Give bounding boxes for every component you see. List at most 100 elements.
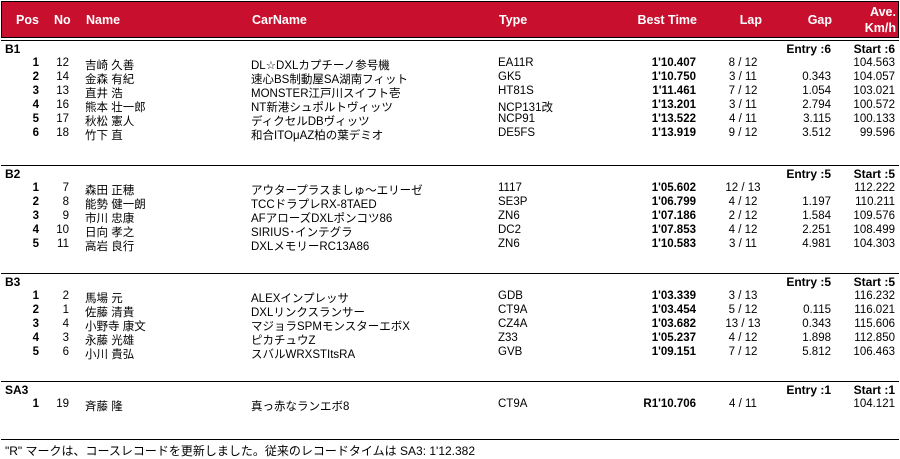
class-label: B2 bbox=[5, 167, 21, 181]
cell-speed: 100.133 bbox=[853, 113, 895, 125]
cell-pos: 6 bbox=[32, 127, 39, 139]
cell-gap: 1.584 bbox=[802, 210, 831, 222]
cell-best-time: 1'07.186 bbox=[651, 210, 696, 222]
cell-gap: 1.054 bbox=[802, 85, 831, 97]
cell-best-time: 1'11.461 bbox=[652, 85, 696, 97]
header-best-time: Best Time bbox=[637, 13, 697, 27]
cell-type: CT9A bbox=[498, 304, 528, 316]
cell-no: 3 bbox=[62, 332, 69, 344]
footer-note: "R" マークは、コースレコードを更新しました。従来のレコードタイムは SA3:… bbox=[1, 439, 899, 458]
class-header: SA3 Entry :1 Start :1 bbox=[1, 381, 899, 397]
table-row: 5 6 小川 貴弘 スバルWRXSTItsRA GVB 1'09.151 7 / 12 5.8… bbox=[1, 346, 899, 361]
cell-no: 13 bbox=[56, 85, 69, 97]
cell-best-time: R1'10.706 bbox=[643, 398, 696, 410]
cell-type: DC2 bbox=[498, 224, 522, 236]
class-label: B3 bbox=[5, 275, 21, 289]
table-row: 1 19 斉藤 隆 真っ赤なランエボ8 CT9A R1'10.706 4 / 11 104.1… bbox=[1, 398, 899, 413]
cell-type: 1117 bbox=[498, 182, 522, 194]
table-row: 2 14 金森 有紀 速心BS制動屋SA湖南フィット GK5 1'10.750 3 / 11… bbox=[1, 71, 899, 86]
cell-type: EA11R bbox=[498, 57, 534, 69]
cell-speed: 100.572 bbox=[853, 99, 895, 111]
class-start: Start :5 bbox=[853, 275, 895, 289]
results-sheet: Pos No Name CarName Type Best Time Lap G… bbox=[0, 0, 900, 459]
cell-best-time: 1'13.522 bbox=[651, 113, 696, 125]
table-row: 1 7 森田 正穂 アウタープラスましゅ～エリーゼ 1117 1'05.602 12 / 1… bbox=[1, 182, 899, 197]
table-row: 2 1 佐藤 清貴 DXLリンクスランサー CT9A 1'03.454 5 / 12 0.11… bbox=[1, 304, 899, 319]
cell-type: CZ4A bbox=[498, 318, 528, 330]
cell-best-time: 1'05.602 bbox=[651, 182, 696, 194]
cell-pos: 2 bbox=[32, 304, 39, 316]
header-name: Name bbox=[86, 13, 121, 27]
table-row: 5 17 秋松 憲人 ディクセルDBヴィッツ NCP91 1'13.522 4 / 11 3.… bbox=[1, 113, 899, 128]
cell-gap: 2.251 bbox=[802, 224, 831, 236]
cell-speed: 112.850 bbox=[854, 332, 895, 344]
cell-name: 小川 貴弘 bbox=[85, 349, 135, 361]
cell-speed: 103.021 bbox=[853, 85, 895, 97]
cell-speed: 108.499 bbox=[853, 224, 895, 236]
cell-no: 16 bbox=[56, 99, 69, 111]
cell-car: 真っ赤なランエボ8 bbox=[251, 401, 350, 413]
cell-lap: 3 / 13 bbox=[728, 290, 758, 302]
cell-gap: 0.115 bbox=[803, 304, 831, 316]
cell-speed: 116.232 bbox=[854, 290, 895, 302]
cell-no: 19 bbox=[56, 398, 69, 410]
cell-pos: 5 bbox=[32, 238, 39, 250]
cell-speed: 112.222 bbox=[854, 182, 895, 194]
header-carname: CarName bbox=[252, 13, 307, 27]
cell-lap: 12 / 13 bbox=[725, 182, 761, 194]
cell-speed: 99.596 bbox=[859, 127, 895, 139]
cell-type: HT81S bbox=[498, 85, 534, 97]
cell-best-time: 1'10.750 bbox=[651, 71, 696, 83]
cell-speed: 110.211 bbox=[855, 196, 895, 208]
cell-lap: 3 / 11 bbox=[729, 71, 757, 83]
table-row: 4 10 日向 孝之 SIRIUS･インテグラ DC2 1'07.853 4 / 12 2.2… bbox=[1, 224, 899, 239]
cell-type: SE3P bbox=[498, 196, 528, 208]
cell-lap: 4 / 11 bbox=[729, 398, 757, 410]
cell-lap: 7 / 12 bbox=[728, 85, 758, 97]
cell-gap: 2.794 bbox=[802, 99, 831, 111]
table-row: 1 2 馬場 元 ALEXインプレッサ GDB 1'03.339 3 / 13 116.232 bbox=[1, 290, 899, 305]
cell-pos: 3 bbox=[32, 210, 39, 222]
cell-pos: 3 bbox=[32, 318, 39, 330]
cell-no: 12 bbox=[56, 57, 69, 69]
cell-type: GDB bbox=[498, 290, 523, 302]
cell-no: 1 bbox=[62, 304, 69, 316]
class-start: Start :6 bbox=[853, 42, 895, 56]
cell-gap: 1.197 bbox=[802, 196, 831, 208]
cell-no: 8 bbox=[62, 196, 69, 208]
cell-pos: 5 bbox=[32, 346, 39, 358]
cell-pos: 2 bbox=[32, 196, 39, 208]
header-lap: Lap bbox=[739, 13, 762, 27]
cell-no: 4 bbox=[62, 318, 69, 330]
results-header: Pos No Name CarName Type Best Time Lap G… bbox=[1, 1, 899, 38]
class-header: B2 Entry :5 Start :5 bbox=[1, 165, 899, 181]
cell-name: 竹下 直 bbox=[85, 130, 123, 142]
class-label: B1 bbox=[5, 42, 21, 56]
cell-speed: 104.057 bbox=[853, 71, 895, 83]
table-row: 2 8 能勢 健一朗 TCCドラプレRX-8TAED SE3P 1'06.799 4 / 1… bbox=[1, 196, 899, 211]
header-gap: Gap bbox=[807, 13, 832, 27]
cell-no: 2 bbox=[62, 290, 69, 302]
cell-no: 7 bbox=[62, 182, 69, 194]
cell-name: 高岩 良行 bbox=[85, 241, 135, 253]
table-row: 1 12 吉崎 久善 DL☆DXLカプチーノ参号機 EA11R 1'10.407 8 / 1… bbox=[1, 57, 899, 72]
cell-type: GK5 bbox=[498, 71, 522, 83]
cell-pos: 3 bbox=[32, 85, 39, 97]
class-entry: Entry :1 bbox=[786, 383, 831, 397]
cell-no: 9 bbox=[62, 210, 69, 222]
cell-pos: 2 bbox=[32, 71, 39, 83]
cell-lap: 4 / 12 bbox=[728, 224, 758, 236]
cell-best-time: 1'03.454 bbox=[651, 304, 696, 316]
cell-pos: 5 bbox=[32, 113, 39, 125]
cell-lap: 3 / 11 bbox=[729, 99, 757, 111]
cell-lap: 7 / 12 bbox=[728, 346, 758, 358]
table-row: 5 11 高岩 良行 DXLメモリーRC13A86 ZN6 1'10.583 3 / 11 4… bbox=[1, 238, 899, 253]
cell-gap: 3.115 bbox=[803, 113, 831, 125]
cell-speed: 104.303 bbox=[853, 238, 895, 250]
cell-no: 10 bbox=[56, 224, 69, 236]
class-start: Start :5 bbox=[853, 167, 895, 181]
cell-gap: 4.981 bbox=[802, 238, 831, 250]
cell-best-time: 1'13.201 bbox=[651, 99, 696, 111]
cell-pos: 1 bbox=[32, 182, 39, 194]
class-start: Start :1 bbox=[853, 383, 895, 397]
